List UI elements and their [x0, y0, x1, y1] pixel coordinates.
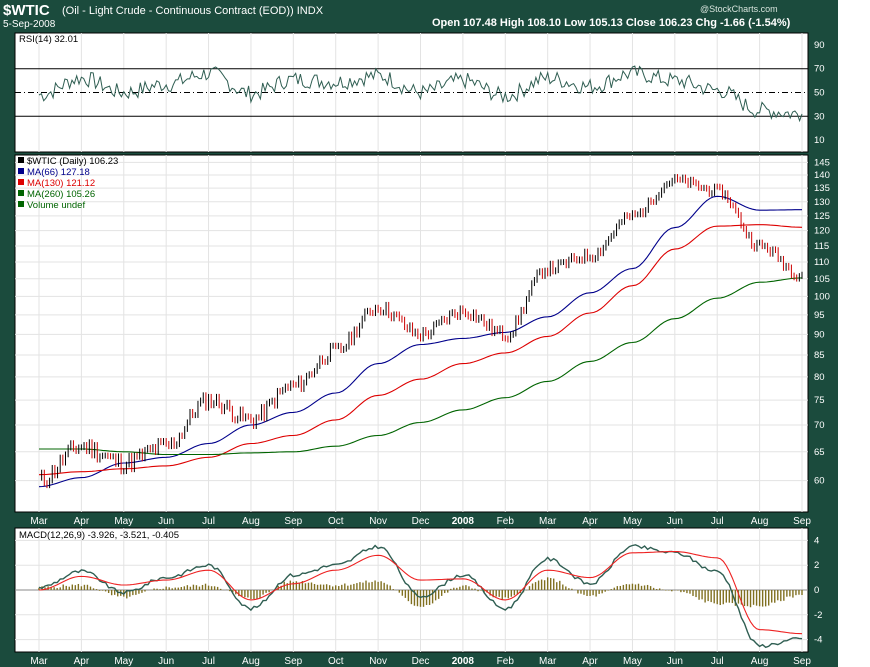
x-tick-label: Jul	[711, 516, 724, 527]
macd-y-tick: -2	[814, 610, 822, 621]
x-tick-label: Jul	[202, 656, 215, 667]
x-tick-label: Apr	[74, 656, 90, 667]
x-tick-label: Mar	[539, 656, 557, 667]
x-tick-label: May	[623, 516, 642, 527]
macd-y-tick: 0	[814, 585, 819, 596]
price-y-tick: 60	[814, 476, 825, 487]
x-tick-label: Apr	[582, 516, 598, 527]
x-tick-label: Dec	[412, 516, 430, 527]
x-tick-label: Jun	[158, 516, 174, 527]
price-y-tick: 95	[814, 310, 825, 321]
price-legend-entry: MA(66) 127.18	[27, 167, 90, 178]
price-y-tick: 65	[814, 447, 825, 458]
price-y-tick: 105	[814, 274, 830, 285]
x-tick-label: Dec	[412, 656, 430, 667]
x-tick-label: Oct	[328, 656, 344, 667]
x-tick-label: Aug	[751, 656, 769, 667]
x-tick-label: Aug	[242, 656, 260, 667]
x-tick-label: 2008	[452, 656, 475, 667]
x-tick-label: May	[623, 656, 642, 667]
x-tick-label: Jun	[667, 516, 683, 527]
x-tick-label: Jul	[202, 516, 215, 527]
x-tick-label: Aug	[751, 516, 769, 527]
x-tick-label: Apr	[582, 656, 598, 667]
x-tick-label: Sep	[793, 516, 811, 527]
price-legend-entry: Volume undef	[27, 200, 85, 211]
x-tick-label: Sep	[284, 656, 302, 667]
macd-y-tick: 2	[814, 560, 819, 571]
x-tick-label: Jul	[711, 656, 724, 667]
legend-swatch	[18, 168, 24, 174]
x-tick-label: Jun	[158, 656, 174, 667]
rsi-y-tick: 90	[814, 40, 825, 51]
x-tick-label: Aug	[242, 516, 260, 527]
x-tick-label: Sep	[284, 516, 302, 527]
price-legend-entry: MA(260) 105.26	[27, 189, 95, 200]
price-y-tick: 85	[814, 350, 825, 361]
price-y-tick: 140	[814, 170, 830, 181]
price-y-tick: 100	[814, 291, 830, 302]
price-y-tick: 110	[814, 257, 829, 268]
rsi-legend: RSI(14) 32.01	[19, 34, 78, 45]
x-tick-label: May	[114, 656, 133, 667]
x-tick-label: Nov	[369, 656, 387, 667]
rsi-y-tick: 30	[814, 111, 825, 122]
x-tick-label: Oct	[328, 516, 344, 527]
price-y-tick: 120	[814, 226, 830, 237]
price-y-tick: 90	[814, 329, 825, 340]
price-y-tick: 115	[814, 241, 829, 252]
price-y-tick: 125	[814, 211, 830, 222]
x-tick-label: 2008	[452, 516, 475, 527]
chart-svg: Mar Apr May Jun Jul Aug Sep Oct Nov Dec 2008 Feb Mar…	[14, 32, 830, 667]
legend-swatch	[18, 179, 24, 185]
legend-swatch	[18, 190, 24, 196]
x-tick-label: Mar	[30, 516, 48, 527]
price-y-tick: 135	[814, 183, 830, 194]
legend-swatch	[18, 157, 24, 163]
x-tick-label: Feb	[497, 656, 515, 667]
price-y-tick: 70	[814, 420, 825, 431]
rsi-y-tick: 50	[814, 88, 825, 99]
x-tick-label: May	[114, 516, 133, 527]
macd-legend: MACD(12,26,9) -3.926, -3.521, -0.405	[19, 530, 179, 541]
x-tick-label: Mar	[539, 516, 557, 527]
macd-y-tick: 4	[814, 535, 819, 546]
price-y-tick: 145	[814, 157, 830, 168]
legend-swatch	[18, 201, 24, 207]
rsi-y-tick: 10	[814, 135, 825, 146]
price-legend-entry: $WTIC (Daily) 106.23	[27, 156, 118, 167]
x-tick-label: Sep	[793, 656, 811, 667]
x-tick-label: Feb	[497, 516, 515, 527]
x-tick-label: Jun	[667, 656, 683, 667]
macd-y-tick: -4	[814, 635, 822, 646]
price-y-tick: 130	[814, 197, 830, 208]
x-tick-label: Nov	[369, 516, 387, 527]
x-tick-label: Apr	[74, 516, 90, 527]
price-y-tick: 75	[814, 395, 825, 406]
x-tick-label: Mar	[30, 656, 48, 667]
price-y-tick: 80	[814, 372, 825, 383]
rsi-y-tick: 70	[814, 64, 825, 75]
price-legend-entry: MA(130) 121.12	[27, 178, 95, 189]
